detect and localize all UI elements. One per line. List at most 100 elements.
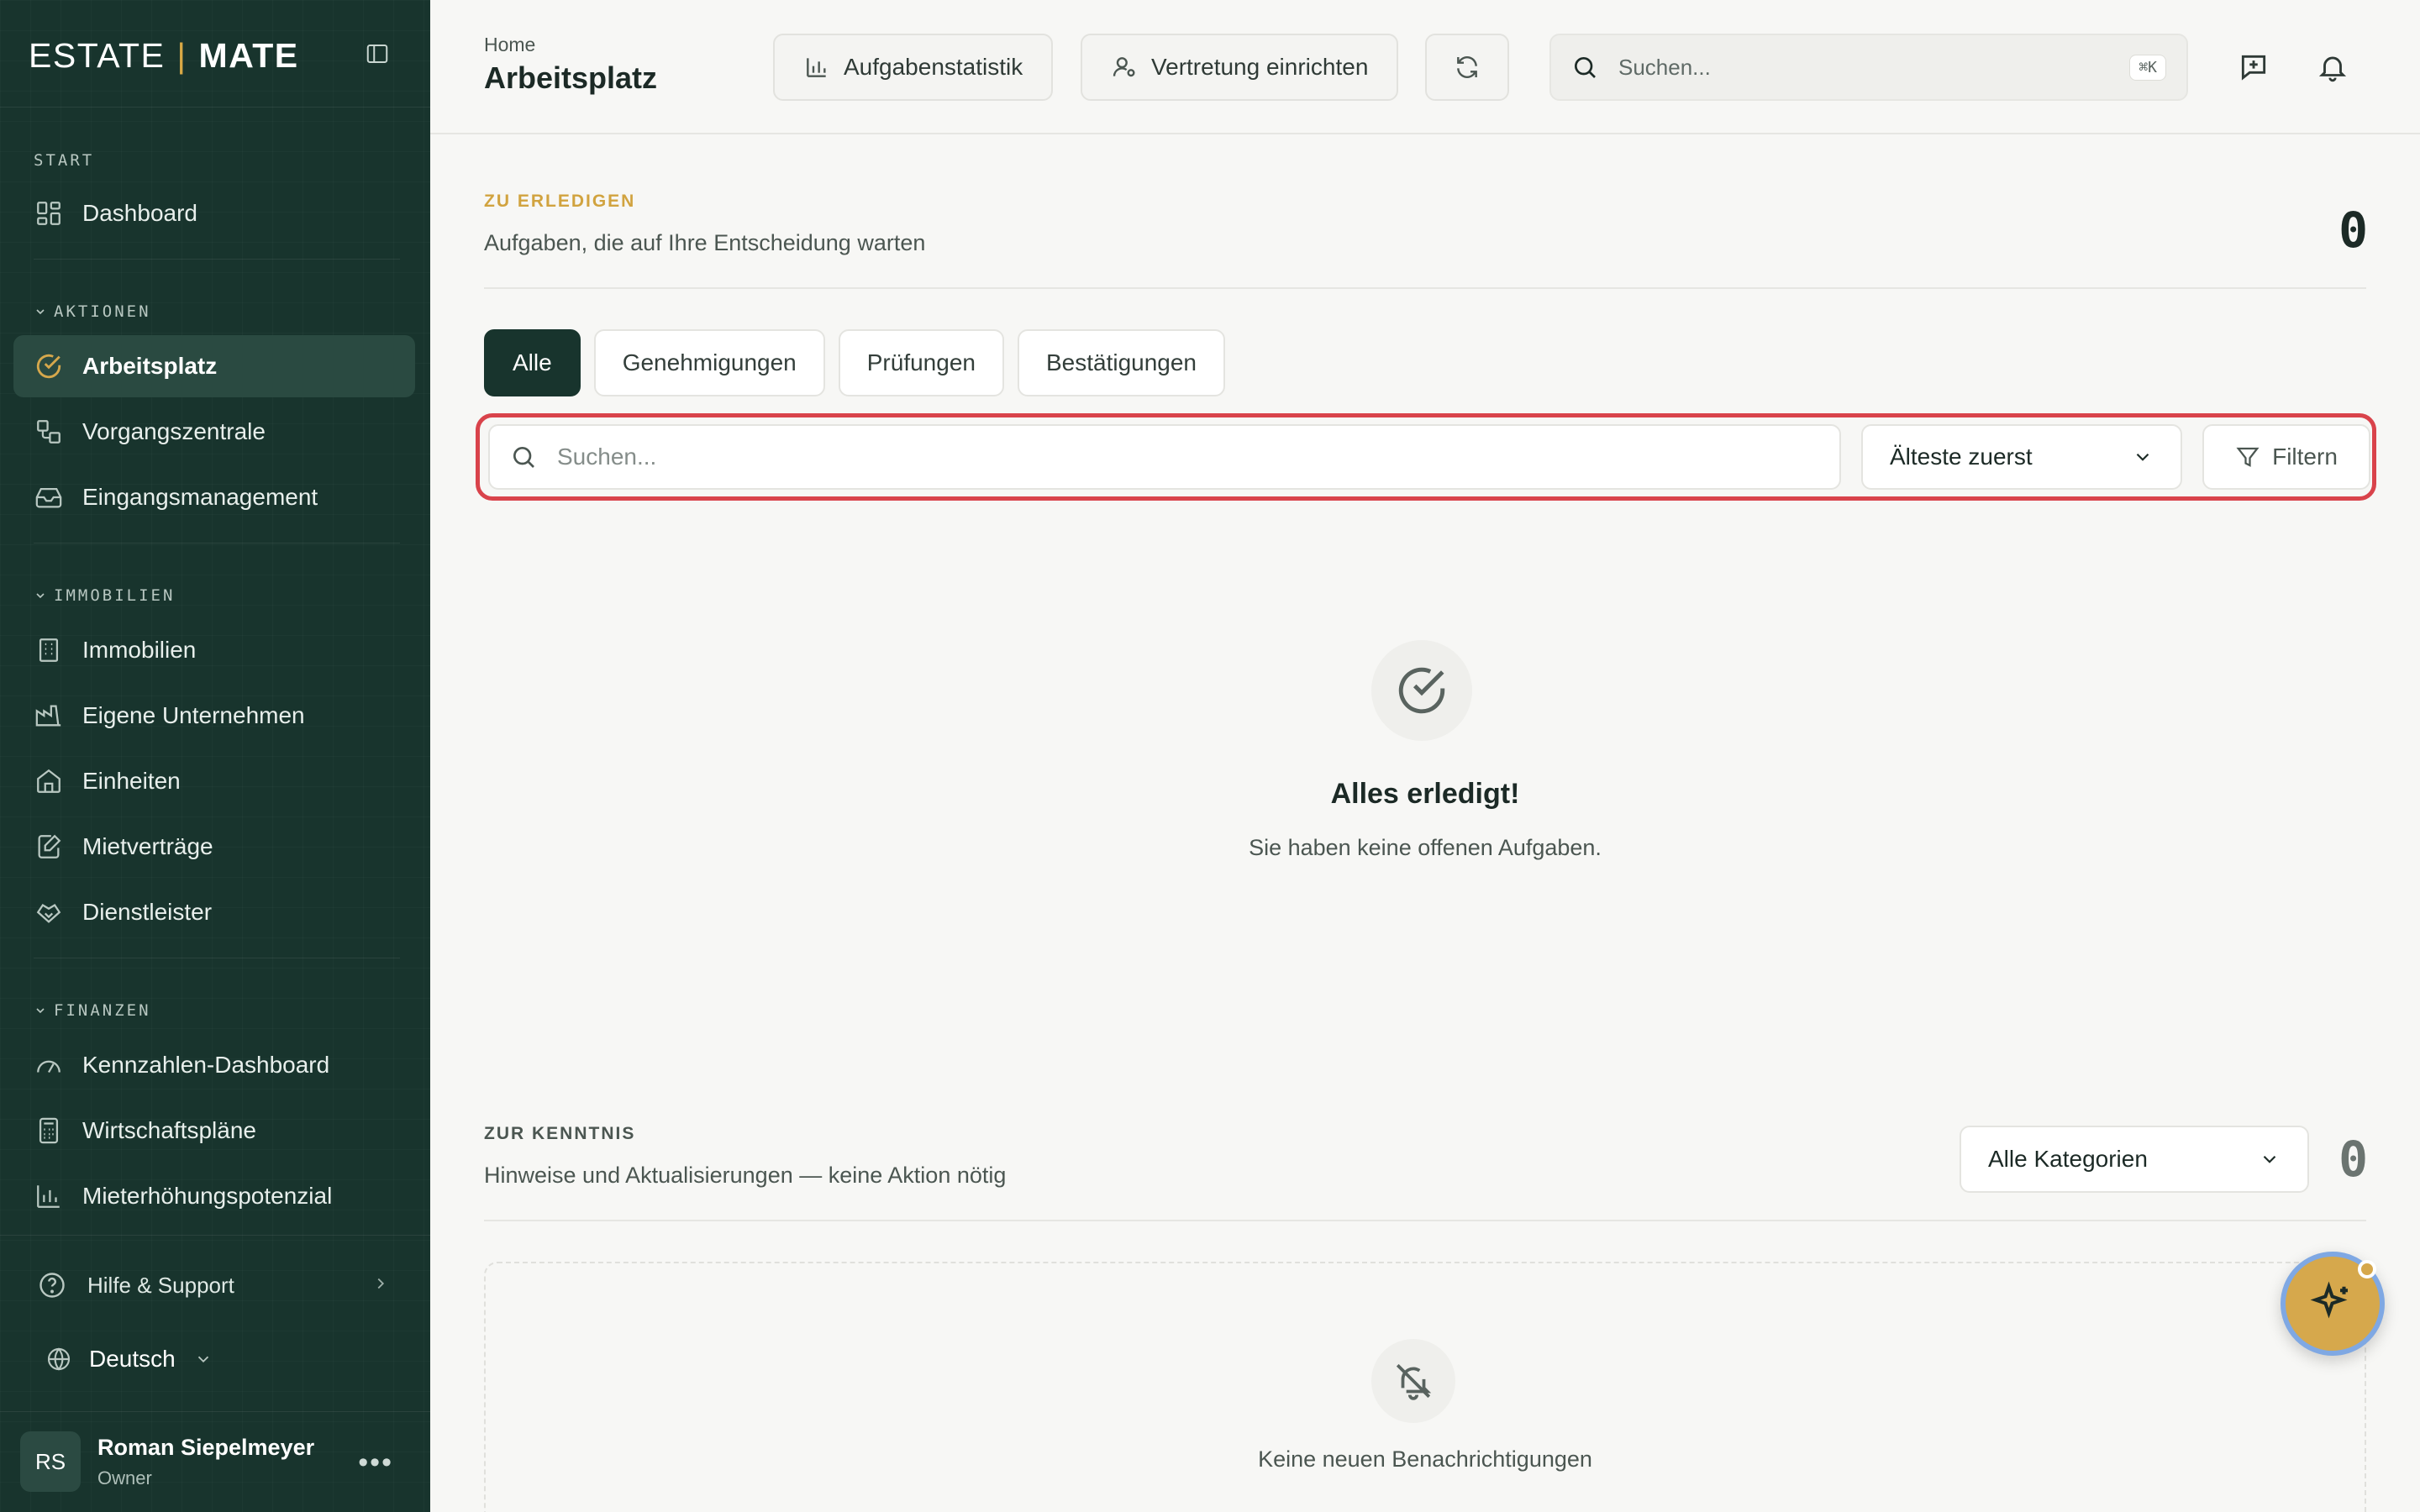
sidebar-item-label: Arbeitsplatz <box>82 353 218 379</box>
message-plus-icon <box>2241 55 2266 81</box>
section-label-finanzen[interactable]: FINANZEN <box>34 1001 151 1020</box>
todo-count: 0 <box>2338 202 2368 259</box>
sort-value: Älteste zuerst <box>1890 444 2033 470</box>
tab-reviews[interactable]: Prüfungen <box>838 329 1004 396</box>
sidebar-item-arbeitsplatz[interactable]: Arbeitsplatz <box>13 335 415 397</box>
chevron-down-icon <box>194 1350 213 1368</box>
sidebar-item-eigene-unternehmen[interactable]: Eigene Unternehmen <box>13 685 415 747</box>
help-label: Hilfe & Support <box>87 1272 234 1298</box>
tab-all[interactable]: Alle <box>484 329 581 396</box>
task-type-tabs: Alle Genehmigungen Prüfungen Bestätigung… <box>484 329 1226 396</box>
sidebar-toggle-button[interactable] <box>355 34 400 74</box>
tab-approvals[interactable]: Genehmigungen <box>593 329 825 396</box>
info-count: 0 <box>2338 1131 2368 1188</box>
tab-confirmations[interactable]: Bestätigungen <box>1017 329 1226 396</box>
sidebar-item-label: Dashboard <box>82 200 197 226</box>
factory-icon <box>34 701 64 731</box>
notification-dot <box>2358 1260 2376 1278</box>
global-search-input[interactable]: Suchen... ⌘K <box>1549 34 2188 101</box>
sidebar-item-dienstleister[interactable]: Dienstleister <box>13 881 415 943</box>
category-select[interactable]: Alle Kategorien <box>1960 1126 2309 1193</box>
sidebar-item-immobilien[interactable]: Immobilien <box>13 619 415 681</box>
section-label-text: IMMOBILIEN <box>54 586 176 605</box>
category-value: Alle Kategorien <box>1988 1146 2148 1172</box>
sidebar-item-label: Mietverträge <box>82 833 213 859</box>
bar-chart-icon <box>807 58 826 77</box>
user-profile[interactable]: RS Roman Siepelmeyer Owner ••• <box>0 1411 430 1512</box>
task-statistics-button[interactable]: Aufgabenstatistik <box>773 34 1054 101</box>
chevron-down-icon <box>36 309 45 315</box>
sidebar-item-kennzahlen-dashboard[interactable]: Kennzahlen-Dashboard <box>13 1034 415 1096</box>
sidebar-item-vorgangszentrale[interactable]: Vorgangszentrale <box>13 401 415 463</box>
setup-substitute-button[interactable]: Vertretung einrichten <box>1081 34 1399 101</box>
sidebar-item-label: Einheiten <box>82 768 181 794</box>
sidebar-divider <box>0 1235 430 1236</box>
gauge-icon <box>34 1050 64 1080</box>
calculator-icon <box>34 1116 64 1146</box>
filter-label: Filtern <box>2272 444 2338 470</box>
sort-select[interactable]: Älteste zuerst <box>1861 424 2182 490</box>
todo-section-title: ZU ERLEDIGEN <box>484 192 636 211</box>
user-name: Roman Siepelmeyer <box>97 1434 315 1460</box>
section-label-immobilien[interactable]: IMMOBILIEN <box>34 586 175 605</box>
search-placeholder: Suchen... <box>557 444 657 470</box>
sidebar-item-label: Vorgangszentrale <box>82 418 266 444</box>
todo-section-description: Aufgaben, die auf Ihre Entscheidung wart… <box>484 230 926 255</box>
task-search-input[interactable]: Suchen... <box>488 424 1841 490</box>
sidebar-item-mietvertraege[interactable]: Mietverträge <box>13 816 415 878</box>
empty-state-text: Sie haben keine offenen Aufgaben. <box>1249 835 1602 860</box>
chevron-down-icon <box>36 1008 45 1014</box>
more-options-icon[interactable]: ••• <box>358 1446 393 1479</box>
sidebar-item-label: Wirtschaftspläne <box>82 1117 256 1143</box>
sidebar-item-label: Dienstleister <box>82 899 213 925</box>
sidebar-item-mieterhoehungspotenzial[interactable]: Mieterhöhungspotenzial <box>13 1165 415 1227</box>
user-role: Owner <box>97 1467 152 1488</box>
inbox-icon <box>34 482 64 512</box>
notifications-button[interactable] <box>2312 47 2353 87</box>
grid-icon <box>34 198 64 228</box>
brand-word-1: ESTATE <box>29 35 166 75</box>
refresh-icon <box>1457 56 1477 78</box>
search-icon <box>513 447 534 468</box>
globe-icon <box>45 1346 72 1373</box>
handshake-icon <box>34 897 64 927</box>
brand-logo[interactable]: ESTATE | MATE <box>29 32 299 79</box>
user-settings-icon <box>1113 57 1135 77</box>
chevron-down-icon <box>2132 446 2154 468</box>
breadcrumb[interactable]: Home <box>484 34 535 56</box>
chevron-down-icon <box>2259 1148 2281 1170</box>
filter-button[interactable]: Filtern <box>2202 424 2370 490</box>
user-info: Roman Siepelmeyer Owner <box>97 1435 314 1489</box>
sidebar-item-einheiten[interactable]: Einheiten <box>13 750 415 812</box>
bell-off-icon <box>1371 1339 1455 1423</box>
top-header: Home Arbeitsplatz Aufgabenstatistik Vert… <box>430 0 2420 134</box>
sidebar-divider <box>0 107 430 108</box>
keyboard-shortcut-badge: ⌘K <box>2129 54 2166 81</box>
workflow-icon <box>34 417 64 447</box>
language-selector[interactable]: Deutsch <box>45 1336 213 1383</box>
sparkles-icon <box>2310 1281 2348 1319</box>
sidebar-item-dashboard[interactable]: Dashboard <box>13 182 415 244</box>
setup-substitute-label: Vertretung einrichten <box>1151 54 1369 80</box>
refresh-button[interactable] <box>1425 34 1509 101</box>
feedback-button[interactable] <box>2233 47 2274 87</box>
sidebar-item-eingangsmanagement[interactable]: Eingangsmanagement <box>13 466 415 528</box>
section-label-aktionen[interactable]: AKTIONEN <box>34 302 151 321</box>
avatar: RS <box>20 1431 81 1492</box>
home-icon <box>34 766 64 796</box>
filter-icon <box>2236 447 2260 467</box>
sidebar-panel-icon <box>366 45 388 63</box>
sidebar: ESTATE | MATE START Dashboard AKTIONEN A… <box>0 0 430 1512</box>
sidebar-item-label: Immobilien <box>82 637 197 663</box>
section-label-start: START <box>34 151 95 170</box>
empty-state-title: Alles erledigt! <box>1330 778 1520 810</box>
sidebar-item-wirtschaftsplaene[interactable]: Wirtschaftspläne <box>13 1100 415 1162</box>
help-support-link[interactable]: Hilfe & Support <box>37 1262 390 1309</box>
brand-separator: | <box>176 35 187 75</box>
bar-chart-icon <box>34 1181 64 1211</box>
section-divider <box>484 1220 2366 1221</box>
info-section-title: ZUR KENNTNIS <box>484 1124 636 1143</box>
help-circle-icon <box>37 1270 71 1300</box>
bell-icon <box>2318 56 2347 82</box>
sidebar-item-label: Mieterhöhungspotenzial <box>82 1183 333 1209</box>
